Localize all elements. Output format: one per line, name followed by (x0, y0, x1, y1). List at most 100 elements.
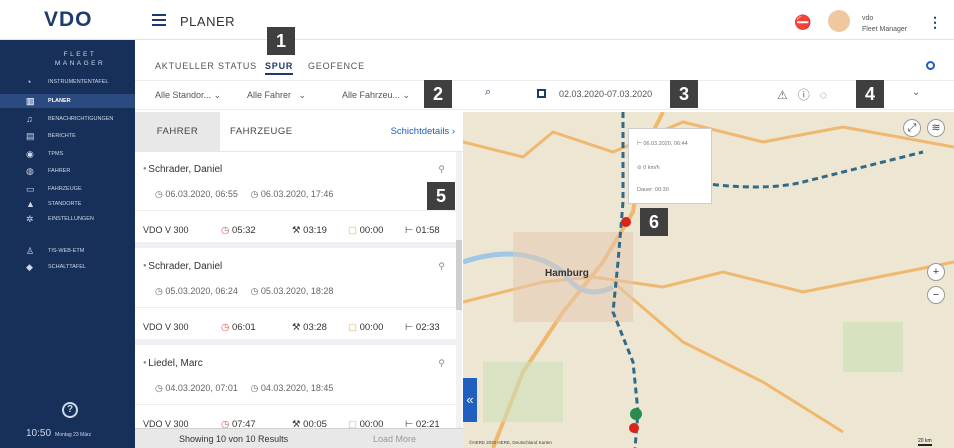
trip-times: ◷ 04.03.2020, 07:01 ◷ 04.03.2020, 18:45 (155, 383, 333, 394)
map-attribution: ©HERE 2020 HERE, Deutschland Karten (469, 440, 552, 445)
end-time: ◷ 05.03.2020, 18:28 (250, 286, 334, 296)
expand-chevron-icon[interactable]: ⌄ (912, 87, 920, 98)
tab-spur[interactable]: SPUR (265, 61, 294, 75)
callout-badge: 6 (640, 208, 668, 236)
sidebar-item-einstellungen[interactable]: ✲ EINSTELLUNGEN (0, 212, 135, 226)
menu-icon[interactable] (152, 14, 166, 26)
no-alerts-icon[interactable]: ⛔ (794, 14, 811, 31)
avatar[interactable] (828, 10, 850, 32)
driver-name: Schrader, Daniel (143, 261, 222, 272)
trip-times: ◷ 05.03.2020, 06:24 ◷ 05.03.2020, 18:28 (155, 286, 333, 297)
route-icon[interactable]: ⚲ (438, 358, 445, 369)
calendar-icon[interactable] (537, 89, 546, 98)
rest-time: ⊢ 01:58 (405, 225, 440, 236)
search-icon[interactable]: ⌕ (485, 86, 491, 99)
scrollbar-thumb[interactable] (456, 240, 462, 310)
start-time: ◷ 05.03.2020, 06:24 (155, 286, 238, 296)
clock: 10:50 Montag 23 März (26, 428, 92, 439)
sidebar-item-planer[interactable]: ▥ PLANER (0, 94, 135, 108)
available-time: ▢ 00:00 (348, 322, 384, 333)
popup-duration: Dauer: 00:30 (637, 187, 669, 193)
popup-time: ⊢ 06.03.2020, 06:44 (637, 141, 688, 147)
report-icon: ▤ (26, 131, 35, 141)
route-icon[interactable]: ⚲ (438, 164, 445, 175)
end-time: ◷ 04.03.2020, 18:45 (250, 383, 334, 393)
layers-icon[interactable]: ≋ (927, 119, 945, 137)
callout-badge: 1 (267, 27, 295, 55)
user-icon: ♙ (26, 246, 35, 256)
sidebar-item-standorte[interactable]: ▲ STANDORTE (0, 197, 135, 211)
info-icon[interactable]: ⓘ (798, 88, 820, 102)
list-item[interactable]: Schrader, Daniel ⚲ ◷ 05.03.2020, 06:24 ◷… (135, 249, 457, 345)
zoom-in-button[interactable]: + (927, 263, 945, 281)
tab-fahrer[interactable]: FAHRER (135, 112, 220, 152)
sidebar-item-benachrichtigungen[interactable]: ♫ BENACHRICHTIGUNGEN (0, 112, 135, 126)
sidebar-item-berichte[interactable]: ▤ BERICHTE (0, 129, 135, 143)
sidebar-item-fahrzeuge[interactable]: ▭ FAHRZEUGE (0, 182, 135, 196)
tab-fahrzeuge[interactable]: FAHRZEUGE (230, 126, 293, 137)
trip-list-panel: FAHRER FAHRZEUGE Schichtdetails › Schrad… (135, 112, 463, 448)
trip-popup[interactable]: ⊢ 06.03.2020, 06:44 ⊘ 0 km/h Dauer: 00:3… (628, 128, 712, 204)
user-info[interactable]: vdo Fleet Manager (862, 13, 907, 35)
zoom-out-button[interactable]: − (927, 286, 945, 304)
results-count: Showing 10 von 10 Results (179, 434, 289, 444)
load-more-button[interactable]: Load More (373, 434, 416, 444)
work-time: ⚒ 03:19 (292, 225, 327, 236)
chevron-down-icon: ⌄ (402, 90, 411, 100)
list-item[interactable]: Schrader, Daniel ⚲ ◷ 06.03.2020, 06:55 ◷… (135, 152, 457, 248)
vehicle-filter[interactable]: Alle Fahrzeu... ⌄ (342, 90, 410, 101)
driver-name: Schrader, Daniel (143, 164, 222, 175)
top-bar: VDO PLANER ⛔ vdo Fleet Manager ⋮ (0, 0, 954, 40)
map-city-label: Hamburg (545, 268, 589, 279)
callout-badge: 2 (424, 80, 452, 108)
driver-filter[interactable]: Alle Fahrer ⌄ (247, 90, 306, 101)
driver-name: Liedel, Marc (143, 358, 202, 369)
vdo-logo[interactable]: VDO (44, 8, 93, 32)
truck-icon: ▭ (26, 184, 35, 194)
trip-times: ◷ 06.03.2020, 06:55 ◷ 06.03.2020, 17:46 (155, 189, 333, 200)
settings-gear-icon[interactable] (926, 61, 935, 70)
sidebar-item-tpms[interactable]: ◉ TPMS (0, 147, 135, 161)
warning-icon[interactable]: ⚠ (777, 88, 798, 102)
start-time: ◷ 04.03.2020, 07:01 (155, 383, 238, 393)
driving-time: ◷ 05:32 (221, 225, 256, 236)
help-icon[interactable]: ? (62, 402, 78, 418)
tab-aktueller-status[interactable]: AKTUELLER STATUS (155, 61, 257, 71)
sidebar-item-instrumententafel[interactable]: ◔ INSTRUMENTENTAFEL (0, 75, 135, 89)
vehicle-name: VDO V 300 (143, 225, 189, 235)
tire-icon: ◉ (26, 149, 34, 159)
work-time: ⚒ 03:28 (292, 322, 327, 333)
sidebar-item-schalttafel[interactable]: ◆ SCHALTTAFEL (0, 260, 135, 274)
tab-geofence[interactable]: GEOFENCE (308, 61, 365, 71)
map-scale: 20 km (918, 438, 932, 446)
collapse-panel-button[interactable]: « (463, 378, 477, 422)
location-filter[interactable]: Alle Standor... ⌄ (155, 90, 221, 101)
end-time: ◷ 06.03.2020, 17:46 (250, 189, 334, 199)
sidebar-item-fahrer[interactable]: ◍ FAHRER (0, 164, 135, 178)
rest-time: ⊢ 02:33 (405, 322, 440, 333)
page-title: PLANER (180, 14, 236, 29)
driver-icon: ◍ (26, 166, 34, 176)
route-icon[interactable]: ⚲ (438, 261, 445, 272)
date-range[interactable]: 02.03.2020-07.03.2020 (559, 89, 652, 99)
car-icon: ◆ (26, 262, 33, 272)
sidebar-item-tis-web-etm[interactable]: ♙ TIS-WEB-ETM (0, 244, 135, 258)
popup-speed: ⊘ 0 km/h (637, 165, 660, 171)
available-time: ▢ 00:00 (348, 225, 384, 236)
callout-badge: 3 (670, 80, 698, 108)
filter-icons: ⚠ⓘ◌ (777, 86, 837, 103)
more-menu-icon[interactable]: ⋮ (928, 14, 942, 31)
fullscreen-icon[interactable]: ⤢ (903, 119, 921, 137)
dashboard-icon: ◔ (26, 77, 32, 87)
fleet-manager-title: FLEET MANAGER (54, 51, 106, 67)
chat-icon[interactable]: ◌ (820, 88, 837, 102)
sidebar: FLEET MANAGER ◔ INSTRUMENTENTAFEL ▥ PLANER … (0, 40, 135, 448)
callout-badge: 4 (856, 80, 884, 108)
panel-tabs: FAHRER FAHRZEUGE Schichtdetails › (135, 112, 463, 152)
shift-details-link[interactable]: Schichtdetails › (391, 126, 455, 137)
settings-icon: ✲ (26, 214, 34, 224)
panel-footer: Showing 10 von 10 Results Load More (135, 428, 463, 448)
bell-icon: ♫ (26, 114, 33, 124)
chevron-down-icon: ⌄ (213, 90, 222, 100)
callout-badge: 5 (427, 182, 455, 210)
